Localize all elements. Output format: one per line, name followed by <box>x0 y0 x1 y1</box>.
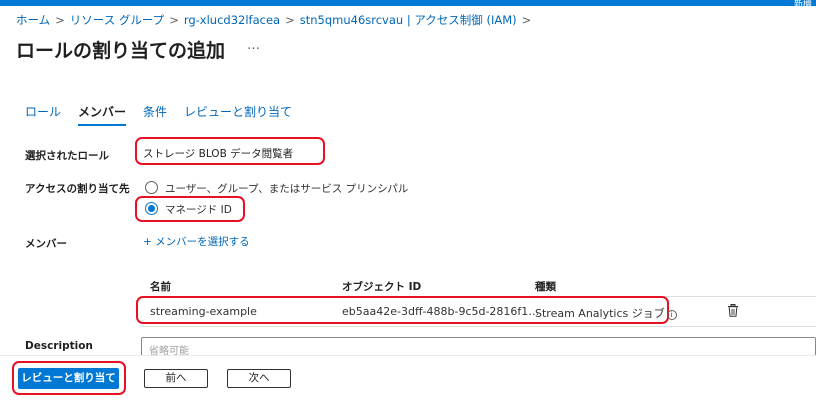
row-type: Stream Analytics ジョブ <box>535 307 665 320</box>
breadcrumb-separator: > <box>521 13 532 27</box>
selected-role-value: ストレージ BLOB データ閲覧者 <box>143 148 294 160</box>
radio-user-group-sp[interactable] <box>145 181 158 194</box>
top-bar: 新機 <box>0 0 816 10</box>
column-header-type: 種類 <box>535 281 556 293</box>
members-label: メンバー <box>25 238 67 250</box>
radio-user-group-sp-label[interactable]: ユーザー、グループ、またはサービス プリンシパル <box>165 181 408 196</box>
tab-review-assign[interactable]: レビューと割り当て <box>184 103 292 126</box>
tab-conditions[interactable]: 条件 <box>143 103 167 126</box>
assign-access-label: アクセスの割り当て先 <box>25 183 130 195</box>
info-icon[interactable]: i <box>666 310 677 320</box>
radio-managed-id[interactable] <box>145 202 158 215</box>
table-divider <box>140 326 816 327</box>
description-label: Description <box>25 340 93 352</box>
delete-icon[interactable] <box>727 304 739 317</box>
column-header-name: 名前 <box>150 281 171 293</box>
row-object-id: eb5aa42e-3dff-488b-9c5d-2816f1… <box>342 305 540 318</box>
breadcrumb-separator: > <box>55 13 65 27</box>
page-title: ロールの割り当ての追加 <box>16 40 226 62</box>
row-name: streaming-example <box>150 305 257 318</box>
column-header-object-id: オブジェクト ID <box>342 281 422 293</box>
radio-managed-id-label[interactable]: マネージド ID <box>165 202 232 217</box>
breadcrumb-iam[interactable]: stn5qmu46srcvau | アクセス制御 (IAM) <box>300 13 517 27</box>
tab-role[interactable]: ロール <box>25 103 61 126</box>
breadcrumb-resource-groups[interactable]: リソース グループ <box>70 13 164 27</box>
previous-button[interactable]: 前へ <box>144 369 208 388</box>
topbar-text: 新機 <box>793 0 812 10</box>
breadcrumb-separator: > <box>285 13 295 27</box>
tab-bar: ロール メンバー 条件 レビューと割り当て <box>25 103 292 126</box>
breadcrumb-home[interactable]: ホーム <box>16 13 50 27</box>
more-options-button[interactable]: … <box>247 38 260 53</box>
selected-role-label: 選択されたロール <box>25 150 109 162</box>
breadcrumb: ホーム > リソース グループ > rg-xlucd32lfacea > stn5qmu46… <box>16 12 536 28</box>
tab-members[interactable]: メンバー <box>78 103 127 126</box>
next-button[interactable]: 次へ <box>227 369 291 388</box>
select-members-link[interactable]: + メンバーを選択する <box>143 234 250 249</box>
row-type-cell: Stream Analytics ジョブ i <box>535 305 677 321</box>
review-assign-button[interactable]: レビューと割り当て <box>18 368 119 389</box>
breadcrumb-resource-group[interactable]: rg-xlucd32lfacea <box>184 13 280 27</box>
breadcrumb-separator: > <box>169 13 179 27</box>
